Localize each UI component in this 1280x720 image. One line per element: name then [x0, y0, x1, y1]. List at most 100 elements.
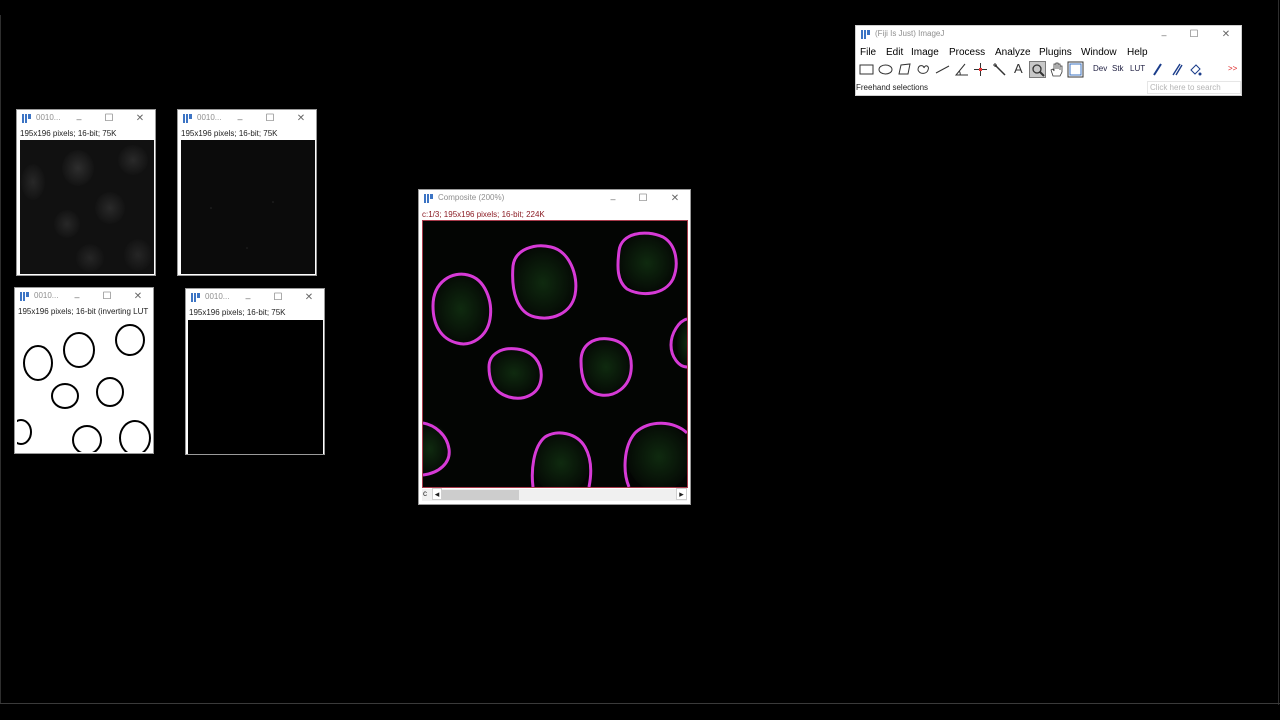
menu-window[interactable]: Window [1081, 47, 1117, 58]
close-button[interactable]: ✕ [1216, 28, 1236, 42]
image-info: 195x196 pixels; 16-bit; 75K [189, 308, 286, 317]
title-bar[interactable]: 0010... – ☐ ✕ [178, 110, 316, 128]
image-canvas[interactable] [17, 318, 152, 452]
image-info: 195x196 pixels; 16-bit; 75K [181, 129, 278, 138]
color-picker-tool-icon [1067, 61, 1084, 78]
scroll-left-arrow-icon[interactable]: ◂ [432, 488, 442, 500]
oval-tool[interactable] [877, 61, 894, 78]
minimize-button[interactable]: – [603, 192, 623, 206]
close-button[interactable]: ✕ [128, 290, 148, 304]
image-canvas[interactable] [181, 140, 315, 274]
channel-scrollbar[interactable]: c ◂ ▸ [422, 488, 687, 501]
image-canvas[interactable] [188, 320, 323, 454]
color-picker-tool[interactable] [1067, 61, 1084, 78]
text-tool[interactable]: A [1010, 61, 1027, 78]
polygon-tool[interactable] [896, 61, 913, 78]
maximize-button[interactable]: ☐ [97, 290, 117, 304]
imagej-app-icon [183, 114, 192, 123]
title-bar[interactable]: 0010... – ☐ ✕ [15, 288, 153, 306]
close-button[interactable]: ✕ [299, 291, 319, 305]
point-tool[interactable] [972, 61, 989, 78]
status-bar: Freehand selections [856, 83, 929, 92]
polygon-tool-icon [898, 63, 911, 75]
stk-menu-icon: Stk [1112, 64, 1124, 73]
title-bar[interactable]: Composite (200%) – ☐ ✕ [419, 190, 690, 208]
close-button[interactable]: ✕ [291, 112, 311, 126]
image-info: 195x196 pixels; 16-bit; 75K [20, 129, 117, 138]
desktop-edge [0, 703, 1280, 704]
scroll-right-arrow-icon[interactable]: ▸ [676, 488, 687, 500]
freehand-tool-icon [917, 65, 929, 74]
dev-menu[interactable]: Dev [1092, 61, 1109, 78]
freehand-tool[interactable] [915, 61, 932, 78]
angle-tool[interactable] [953, 61, 970, 78]
minimize-button[interactable]: – [1154, 28, 1174, 42]
title-bar[interactable]: 0010... – ☐ ✕ [17, 110, 155, 128]
desktop-edge [0, 15, 1, 703]
menu-image[interactable]: Image [911, 47, 939, 58]
blank-slot [1206, 61, 1223, 78]
image-window[interactable]: 0010... – ☐ ✕ 195x196 pixels; 16-bit; 75… [16, 109, 156, 276]
image-info: c:1/3; 195x196 pixels; 16-bit; 224K [422, 210, 545, 219]
title-bar[interactable]: 0010... – ☐ ✕ [186, 289, 324, 307]
minimize-button[interactable]: – [238, 291, 258, 305]
rectangle-tool[interactable] [858, 61, 875, 78]
maximize-button[interactable]: ☐ [268, 291, 288, 305]
stk-menu[interactable]: Stk [1111, 61, 1128, 78]
lut-menu-icon: LUT [1130, 64, 1146, 73]
wand-tool-icon [993, 63, 1006, 76]
maximize-button[interactable]: ☐ [633, 192, 653, 206]
search-input[interactable]: Click here to search [1147, 81, 1241, 94]
image-window[interactable]: 0010... – ☐ ✕ 195x196 pixels; 16-bit; 75… [185, 288, 325, 455]
close-button[interactable]: ✕ [130, 112, 150, 126]
flood-fill-tool-icon [1190, 64, 1202, 76]
menu-file[interactable]: File [860, 47, 876, 58]
rectangle-tool-icon [859, 64, 874, 75]
minimize-button[interactable]: – [230, 112, 250, 126]
point-tool-icon [974, 63, 987, 76]
image-info: 195x196 pixels; 16-bit (inverting LUT [18, 307, 149, 316]
imagej-app-icon [20, 292, 29, 301]
scroll-thumb[interactable] [442, 490, 520, 500]
text-tool-icon: A [1014, 61, 1023, 76]
window-title: 0010... [197, 113, 222, 122]
image-window[interactable]: 0010... – ☐ ✕ 195x196 pixels; 16-bit; 75… [177, 109, 317, 276]
pencil-tool[interactable] [1149, 61, 1166, 78]
hand-tool-icon [1050, 62, 1063, 77]
menu-analyze[interactable]: Analyze [995, 47, 1031, 58]
imagej-app-icon [424, 194, 433, 203]
menu-edit[interactable]: Edit [886, 47, 903, 58]
flood-fill-tool[interactable] [1187, 61, 1204, 78]
maximize-button[interactable]: ☐ [1184, 28, 1204, 42]
minimize-button[interactable]: – [67, 290, 87, 304]
minimize-button[interactable]: – [69, 112, 89, 126]
lut-menu[interactable]: LUT [1130, 61, 1147, 78]
line-tool[interactable] [934, 61, 951, 78]
composite-canvas[interactable] [422, 220, 688, 488]
close-button[interactable]: ✕ [665, 192, 685, 206]
maximize-button[interactable]: ☐ [260, 112, 280, 126]
wand-tool[interactable] [991, 61, 1008, 78]
window-title: 0010... [205, 292, 230, 301]
composite-window[interactable]: Composite (200%) – ☐ ✕ c:1/3; 195x196 pi… [418, 189, 691, 505]
more-tools-icon: >> [1228, 64, 1238, 73]
line-tool-icon [935, 65, 950, 74]
more-tools[interactable]: >> [1225, 61, 1242, 78]
menu-help[interactable]: Help [1127, 47, 1148, 58]
magnifier-tool[interactable] [1029, 61, 1046, 78]
brush-tool-icon [1172, 63, 1183, 76]
hand-tool[interactable] [1048, 61, 1065, 78]
imagej-main-window[interactable]: (Fiji Is Just) ImageJ – ☐ ✕ File Edit Im… [855, 25, 1242, 96]
brush-tool[interactable] [1168, 61, 1185, 78]
pencil-tool-icon [1153, 63, 1162, 76]
title-bar[interactable]: (Fiji Is Just) ImageJ – ☐ ✕ [856, 26, 1241, 44]
image-canvas[interactable] [20, 140, 154, 274]
angle-tool-icon [954, 63, 968, 76]
image-window[interactable]: 0010... – ☐ ✕ 195x196 pixels; 16-bit (in… [14, 287, 154, 454]
maximize-button[interactable]: ☐ [99, 112, 119, 126]
scroll-track[interactable] [442, 490, 676, 500]
window-title: (Fiji Is Just) ImageJ [875, 29, 945, 38]
imagej-app-icon [191, 293, 200, 302]
menu-process[interactable]: Process [949, 47, 985, 58]
menu-plugins[interactable]: Plugins [1039, 47, 1072, 58]
